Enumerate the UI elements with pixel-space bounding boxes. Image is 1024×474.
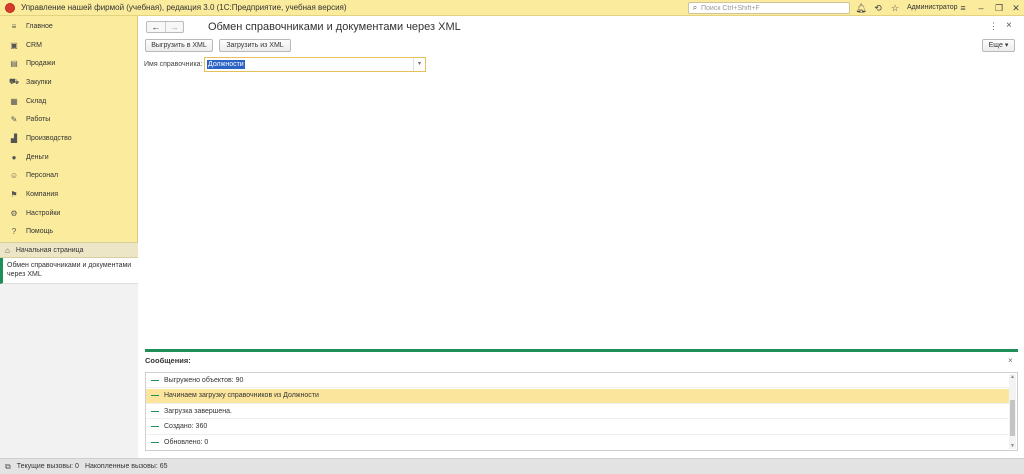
messages-title: Сообщения: bbox=[145, 356, 191, 365]
user-name[interactable]: Администратор bbox=[907, 4, 958, 11]
messages-list: Выгружено объектов: 90 Начинаем загрузку… bbox=[145, 372, 1018, 451]
app-title: Управление нашей фирмой (учебная), редак… bbox=[21, 3, 347, 12]
home-icon: ⌂ bbox=[5, 245, 10, 255]
message-row[interactable]: Создано: 360 bbox=[146, 420, 1010, 435]
message-row-selected[interactable]: Начинаем загрузку справочников из Должно… bbox=[146, 388, 1010, 404]
calls-icon[interactable]: ⧉ bbox=[5, 462, 11, 472]
dash-icon bbox=[151, 379, 159, 381]
dash-icon bbox=[151, 395, 159, 396]
sidebar-item-staff[interactable]: ☺ Персонал bbox=[0, 167, 137, 186]
money-icon: ● bbox=[11, 152, 17, 162]
messages-separator bbox=[145, 349, 1018, 352]
sidebar-item-sales[interactable]: ▤ Продажи bbox=[0, 54, 137, 73]
crm-icon: ▣ bbox=[10, 40, 18, 50]
person-icon: ☺ bbox=[9, 171, 19, 181]
dash-icon bbox=[151, 442, 159, 443]
scroll-thumb[interactable] bbox=[1010, 400, 1015, 436]
message-row[interactable]: Выгружено объектов: 90 bbox=[146, 373, 1010, 388]
accumulated-calls: Накопленные вызовы: 65 bbox=[84, 463, 168, 470]
dash-icon bbox=[151, 410, 159, 412]
sidebar-item-money[interactable]: ● Деньги bbox=[0, 148, 137, 167]
form-title: Обмен справочниками и документами через … bbox=[208, 21, 461, 33]
title-bar: Управление нашей фирмой (учебная), редак… bbox=[0, 0, 1024, 16]
messages-close-icon[interactable]: × bbox=[1008, 356, 1013, 365]
sidebar-item-warehouse[interactable]: ▦ Склад bbox=[0, 92, 137, 111]
sidebar-empty-area bbox=[0, 284, 138, 458]
messages-scrollbar[interactable]: ▲ ▼ bbox=[1009, 374, 1016, 449]
search-icon: ⌕ bbox=[692, 3, 698, 12]
catalog-value: Должности bbox=[207, 60, 245, 69]
back-arrow-icon[interactable]: ← bbox=[147, 22, 166, 32]
sidebar-item-main[interactable]: ≡ Главное bbox=[0, 17, 137, 36]
sidebar-item-company[interactable]: ⚑ Компания bbox=[0, 185, 137, 204]
catalog-label: Имя справочника: bbox=[144, 61, 203, 68]
minimize-icon[interactable]: – bbox=[975, 2, 987, 14]
more-actions-icon[interactable]: ⋮ bbox=[989, 21, 998, 32]
sidebar-item-crm[interactable]: ▣ CRM bbox=[0, 36, 137, 55]
history-icon[interactable]: ⟲ bbox=[872, 2, 884, 14]
export-xml-button[interactable]: Выгрузить в XML bbox=[145, 39, 213, 52]
sidebar-item-settings[interactable]: ⚙ Настройки bbox=[0, 204, 137, 223]
sidebar-item-purchases[interactable]: ⛟ Закупки bbox=[0, 73, 137, 92]
close-icon[interactable]: ✕ bbox=[1010, 2, 1022, 14]
wrench-icon: ✎ bbox=[10, 115, 18, 125]
scroll-up-icon[interactable]: ▲ bbox=[1009, 374, 1016, 380]
dash-icon bbox=[151, 426, 159, 427]
factory-icon: ▟ bbox=[10, 133, 18, 143]
chevron-down-icon: ▾ bbox=[1004, 42, 1009, 49]
message-row[interactable]: Обновлено: 0 bbox=[146, 435, 1010, 450]
dropdown-arrow-icon[interactable]: ▾ bbox=[413, 58, 425, 71]
warehouse-icon: ▦ bbox=[10, 96, 18, 106]
menu-icon[interactable]: ≡ bbox=[957, 2, 969, 14]
search-input[interactable] bbox=[701, 4, 841, 12]
restore-icon[interactable]: ❐ bbox=[993, 2, 1005, 14]
menu-icon: ≡ bbox=[11, 21, 17, 31]
catalog-select[interactable]: Должности ▾ bbox=[204, 57, 426, 72]
status-bar: ⧉ Текущие вызовы: 0 Накопленные вызовы: … bbox=[0, 458, 1024, 474]
forward-arrow-icon[interactable]: → bbox=[166, 22, 184, 32]
open-form-item[interactable]: Обмен справочниками и документами через … bbox=[0, 258, 138, 284]
help-icon: ? bbox=[11, 227, 17, 237]
sidebar-item-production[interactable]: ▟ Производство bbox=[0, 129, 137, 148]
cart-icon: ⛟ bbox=[9, 77, 20, 87]
more-button[interactable]: Еще ▾ bbox=[982, 39, 1015, 52]
flag-icon: ⚑ bbox=[10, 190, 18, 200]
sales-icon: ▤ bbox=[10, 59, 18, 69]
bell-icon[interactable]: 🔔︎ bbox=[855, 2, 867, 14]
home-page-item[interactable]: ⌂ Начальная страница bbox=[0, 242, 138, 258]
app-logo-icon bbox=[5, 2, 15, 13]
sidebar-item-help[interactable]: ? Помощь bbox=[0, 223, 137, 242]
scroll-down-icon[interactable]: ▼ bbox=[1009, 443, 1016, 449]
current-calls: Текущие вызовы: 0 bbox=[16, 463, 79, 470]
nav-arrows: ← → bbox=[146, 21, 184, 33]
sidebar-item-works[interactable]: ✎ Работы bbox=[0, 110, 137, 129]
gear-icon: ⚙ bbox=[10, 208, 18, 218]
import-xml-button[interactable]: Загрузить из XML bbox=[219, 39, 291, 52]
sidebar: ≡ Главное ▣ CRM ▤ Продажи ⛟ Закупки ▦ Склад ✎… bbox=[0, 16, 138, 458]
message-row[interactable]: Загрузка завершена. bbox=[146, 404, 1010, 419]
form-close-icon[interactable]: × bbox=[1006, 20, 1012, 31]
search-box[interactable]: ⌕ bbox=[688, 2, 850, 14]
star-icon[interactable]: ☆ bbox=[889, 2, 901, 14]
